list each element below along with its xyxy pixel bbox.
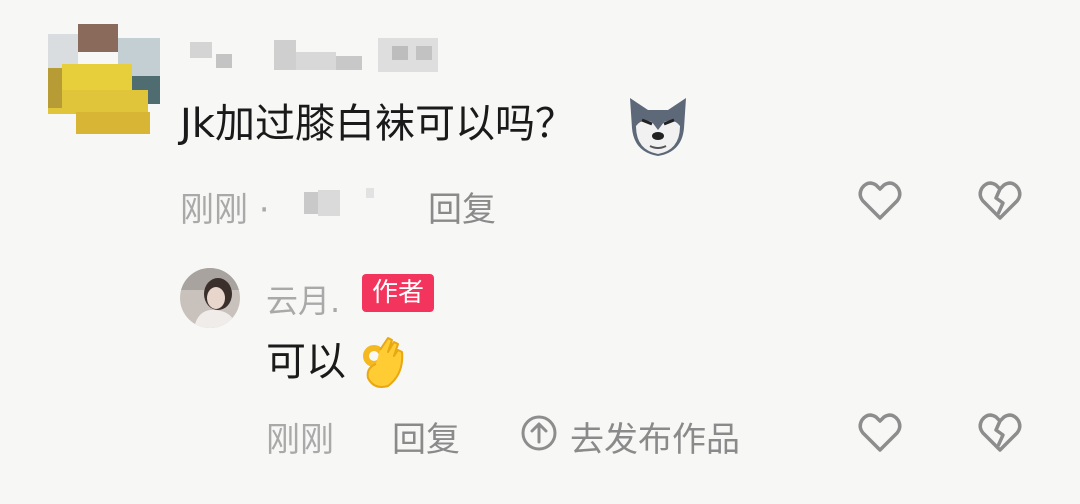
reply-time: 刚刚 [266, 420, 334, 460]
comment-reply-link[interactable]: 回复 [428, 182, 496, 231]
ok-hand-emoji-icon [363, 337, 404, 388]
commenter-avatar[interactable] [48, 24, 160, 136]
broken-heart-icon[interactable] [976, 176, 1024, 224]
upload-arrow-icon[interactable] [520, 414, 558, 452]
commenter-name-blurred[interactable] [186, 34, 456, 78]
author-badge: 作者 [362, 274, 435, 312]
broken-heart-icon[interactable] [976, 408, 1024, 456]
comment-text: Jk加过膝白袜可以吗？ [180, 101, 575, 147]
reply-text: 可以 [266, 339, 346, 385]
heart-outline-icon[interactable] [856, 408, 904, 456]
reply-reply-link[interactable]: 回复 [392, 412, 460, 461]
author-avatar-image [180, 268, 240, 328]
comment-time: 刚刚 · [180, 190, 270, 230]
post-work-link[interactable]: 去发布作品 [570, 412, 740, 461]
heart-outline-icon[interactable] [856, 176, 904, 224]
comment-location-blurred [296, 186, 386, 220]
author-name[interactable]: 云月. [266, 276, 340, 322]
dog-emoji-icon [630, 98, 686, 156]
author-avatar[interactable] [180, 268, 240, 328]
